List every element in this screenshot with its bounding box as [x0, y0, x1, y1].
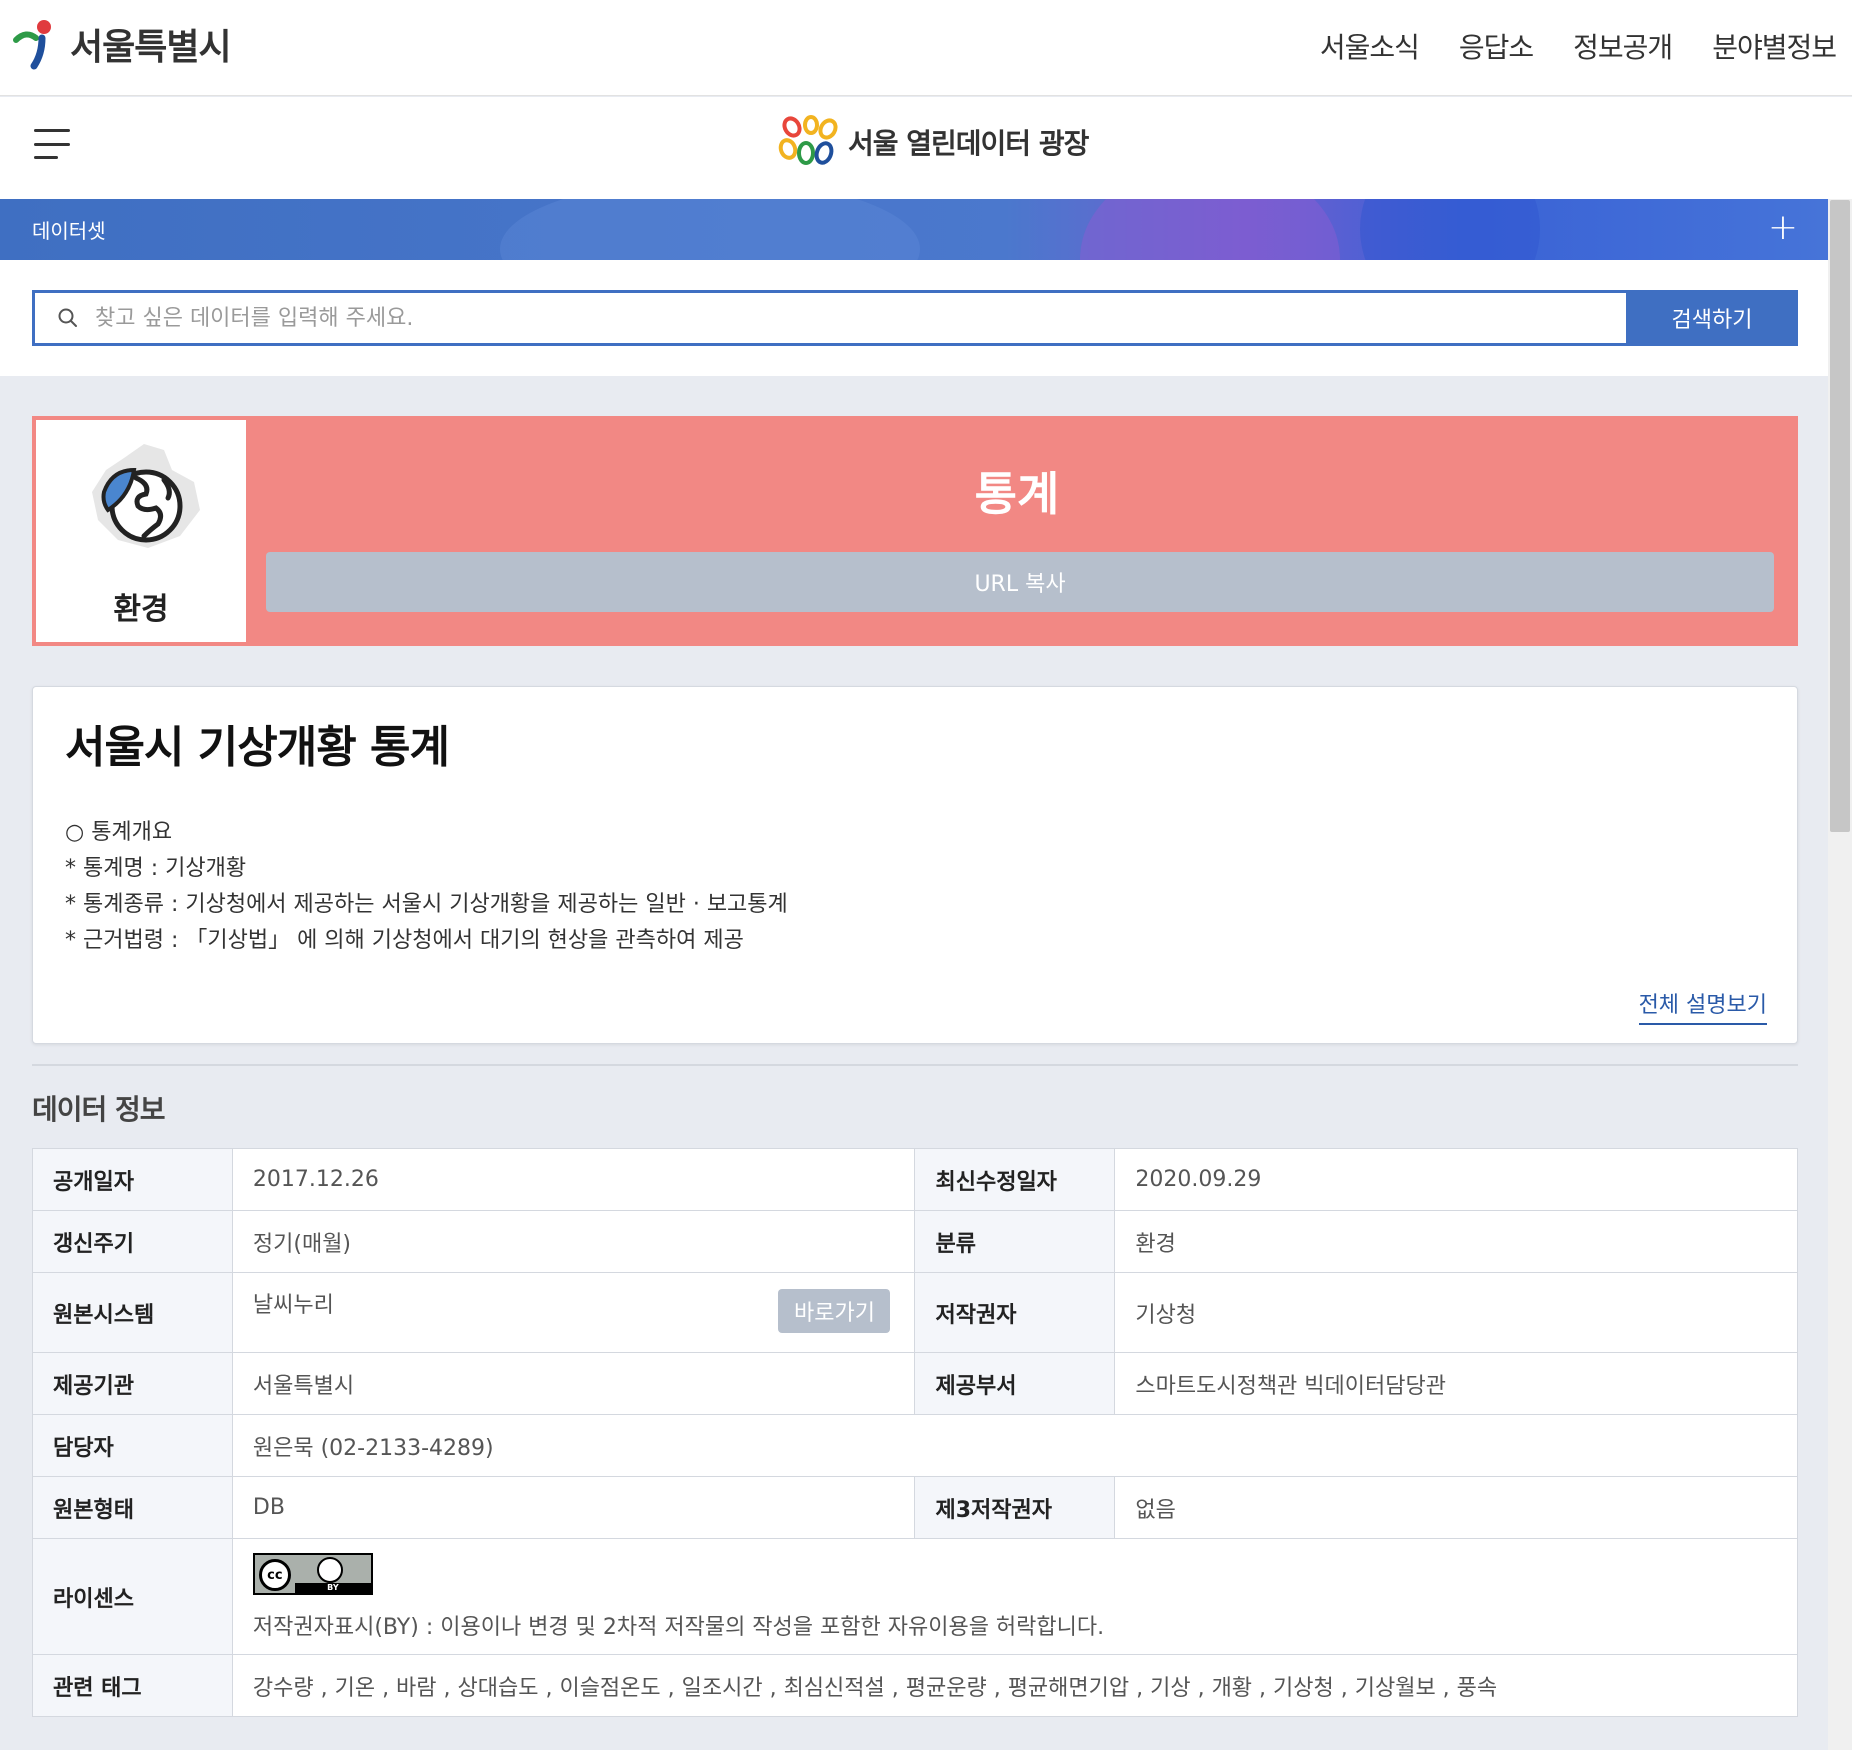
portal-title: 서울 열린데이터 광장	[848, 127, 1089, 160]
top-header: 서울특별시 서울소식 응답소 정보공개 분야별정보	[0, 0, 1852, 96]
cell-label: 제공부서	[914, 1352, 1116, 1415]
data-info-title: 데이터 정보	[32, 1093, 166, 1126]
search-button[interactable]: 검색하기	[1626, 290, 1798, 346]
description-line: * 통계명 : 기상개황	[65, 856, 247, 881]
description-line: * 통계종류 : 기상청에서 제공하는 서울시 기상개황을 제공하는 일반 · …	[65, 892, 788, 917]
top-nav: 서울소식 응답소 정보공개 분야별정보	[1320, 26, 1837, 66]
table-row: 원본형태 DB 제3저작권자 없음	[32, 1476, 1798, 1539]
cell-label: 원본시스템	[32, 1272, 233, 1353]
cell-value: 스마트도시정책관 빅데이터담당관	[1114, 1352, 1798, 1415]
category-label: 환경	[113, 592, 169, 627]
cell-label: 원본형태	[32, 1476, 233, 1539]
description-card: 서울시 기상개황 통계 ○ 통계개요 * 통계명 : 기상개황 * 통계종류 :…	[32, 686, 1798, 1044]
table-row: 라이센스 cc BY 저작권자표시(BY) : 이용이나 변경 및 2차적 저작…	[32, 1538, 1799, 1655]
category-type-title: 통계	[974, 467, 1060, 521]
cc-by-icon: cc BY	[252, 1552, 373, 1595]
open-data-logo-icon	[778, 115, 838, 165]
cell-label: 분류	[914, 1210, 1116, 1273]
related-tags[interactable]: 강수량 , 기온 , 바람 , 상대습도 , 이슬점온도 , 일조시간 , 최심…	[231, 1654, 1799, 1717]
nav-seoul-news[interactable]: 서울소식	[1320, 26, 1420, 66]
open-data-plaza-logo[interactable]: 서울 열린데이터 광장	[778, 115, 1089, 169]
view-full-description-link[interactable]: 전체 설명보기	[1638, 987, 1767, 1025]
section-divider	[32, 1064, 1798, 1066]
cell-label: 저작권자	[914, 1272, 1116, 1353]
cell-value: 서울특별시	[231, 1352, 916, 1415]
dataset-label: 데이터셋	[32, 219, 106, 243]
source-system-value: 날씨누리	[252, 1293, 334, 1318]
table-row: 제공기관 서울특별시 제공부서 스마트도시정책관 빅데이터담당관	[32, 1352, 1798, 1415]
seoul-logo-icon	[12, 18, 62, 70]
cell-label: 최신수정일자	[914, 1148, 1116, 1211]
search-input[interactable]	[95, 293, 1645, 343]
cell-label: 공개일자	[32, 1148, 233, 1211]
category-card: 환경	[36, 420, 246, 642]
dataset-title: 서울시 기상개황 통계	[65, 722, 450, 773]
description-line: * 근거법령 : 「기상법」 에 의해 기상청에서 대기의 현상을 관측하여 제…	[65, 928, 744, 953]
cell-value: 기상청	[1114, 1272, 1798, 1353]
copy-url-button[interactable]: URL 복사	[266, 552, 1774, 612]
cell-label: 관련 태그	[32, 1654, 233, 1717]
search-box: 검색하기	[32, 290, 1798, 346]
table-row: 갱신주기 정기(매월) 분류 환경	[32, 1210, 1798, 1273]
data-info-table: 공개일자 2017.12.26 최신수정일자 2020.09.29 갱신주기 정…	[32, 1148, 1799, 1717]
environment-globe-icon	[92, 444, 200, 548]
cell-value: 원은묵 (02-2133-4289)	[231, 1414, 1799, 1477]
cell-value: 날씨누리 바로가기	[231, 1272, 916, 1353]
nav-info-disclosure[interactable]: 정보공개	[1573, 26, 1673, 66]
go-to-source-button[interactable]: 바로가기	[778, 1289, 891, 1333]
cell-label: 갱신주기	[32, 1210, 233, 1273]
menu-icon[interactable]	[34, 129, 70, 159]
cell-value: 없음	[1114, 1476, 1798, 1539]
table-row: 공개일자 2017.12.26 최신수정일자 2020.09.29	[32, 1148, 1798, 1211]
nav-eungdapso[interactable]: 응답소	[1459, 26, 1534, 66]
seoul-city-logo[interactable]: 서울특별시	[12, 18, 232, 70]
table-row: 관련 태그 강수량 , 기온 , 바람 , 상대습도 , 이슬점온도 , 일조시…	[32, 1654, 1799, 1717]
cell-label: 담당자	[32, 1414, 233, 1477]
table-row: 담당자 원은묵 (02-2133-4289)	[32, 1414, 1799, 1477]
seoul-logo-text: 서울특별시	[70, 27, 232, 68]
cell-value: 정기(매월)	[231, 1210, 916, 1273]
cell-label: 제공기관	[32, 1352, 233, 1415]
cell-value: cc BY 저작권자표시(BY) : 이용이나 변경 및 2차적 저작물의 작성…	[231, 1538, 1799, 1655]
cell-value: DB	[231, 1476, 916, 1539]
search-area: 검색하기	[0, 260, 1828, 376]
description-line: ○ 통계개요	[65, 820, 173, 845]
sub-header: 서울 열린데이터 광장	[0, 97, 1852, 199]
cell-label: 제3저작권자	[914, 1476, 1116, 1539]
license-description: 저작권자표시(BY) : 이용이나 변경 및 2차적 저작물의 작성을 포함한 …	[252, 1614, 1105, 1640]
cell-label: 라이센스	[32, 1538, 233, 1655]
cell-value: 2020.09.29	[1114, 1148, 1798, 1211]
dataset-band: 데이터셋 +	[0, 199, 1828, 260]
category-banner: 환경 통계 URL 복사	[32, 416, 1798, 646]
nav-field-info[interactable]: 분야별정보	[1712, 26, 1837, 66]
scrollbar-thumb[interactable]	[1830, 200, 1850, 832]
expand-plus-icon[interactable]: +	[1768, 207, 1798, 248]
table-row: 원본시스템 날씨누리 바로가기 저작권자 기상청	[32, 1272, 1798, 1353]
description-fade	[33, 955, 1797, 975]
cell-value: 2017.12.26	[231, 1148, 916, 1211]
cell-value: 환경	[1114, 1210, 1798, 1273]
search-icon	[58, 308, 77, 327]
description-text: ○ 통계개요 * 통계명 : 기상개황 * 통계종류 : 기상청에서 제공하는 …	[65, 815, 1565, 959]
